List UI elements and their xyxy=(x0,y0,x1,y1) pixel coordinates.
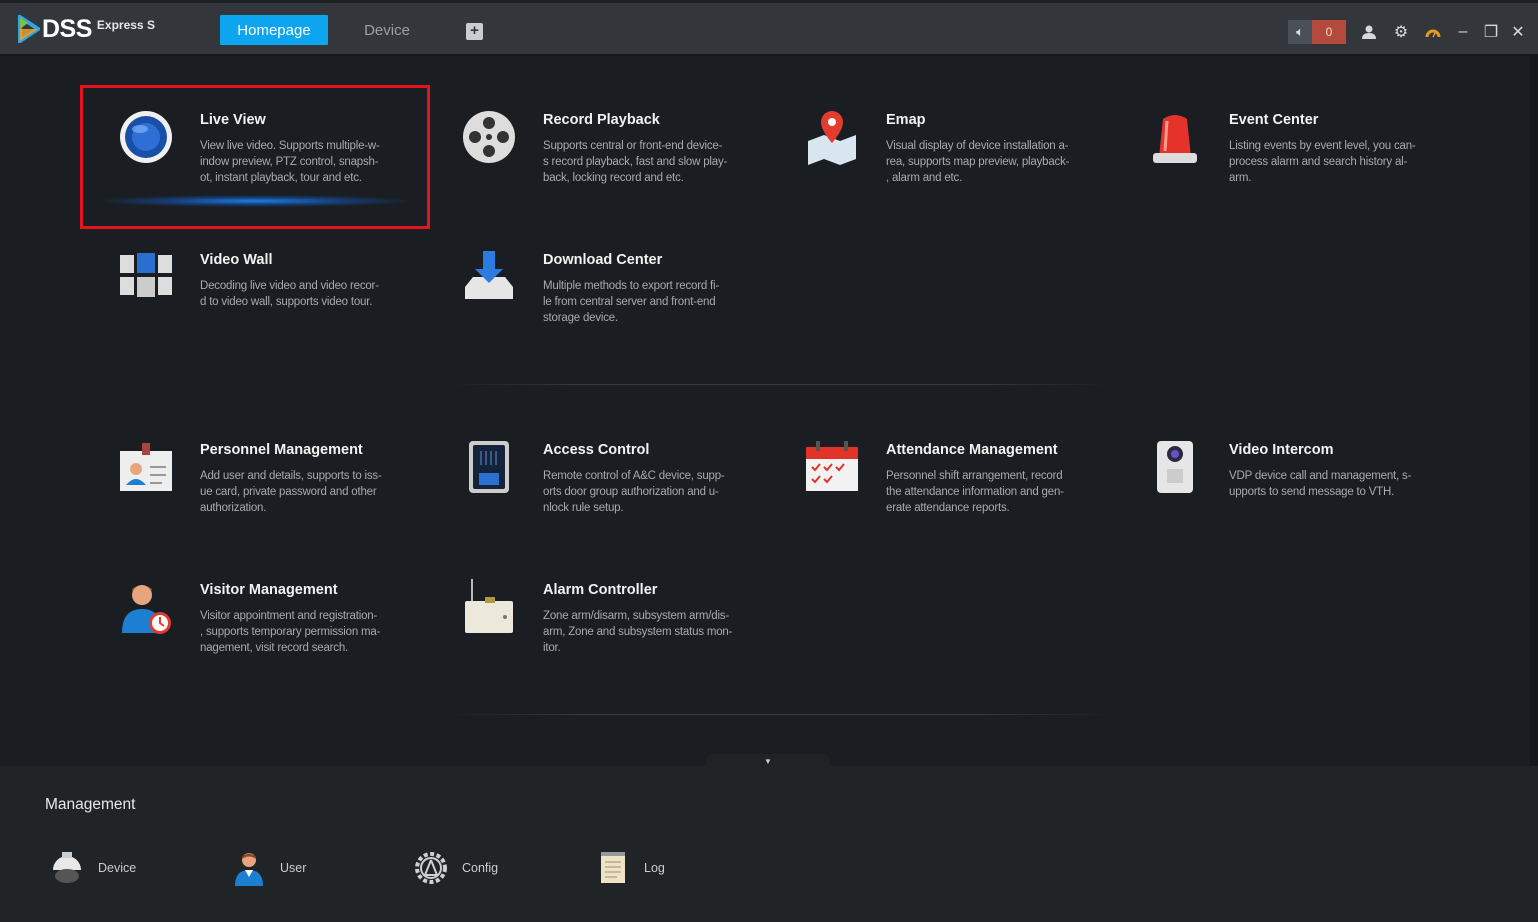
visitor-icon xyxy=(122,585,171,634)
management-panel: Management Device User Config Log xyxy=(0,766,1538,922)
module-card-alarm-controller[interactable]: Alarm Controller Zone arm/disarm, subsys… xyxy=(423,555,766,695)
log-notepad-icon xyxy=(601,852,625,883)
module-description: VDP device call and management, s- uppor… xyxy=(1229,470,1412,498)
tab-device[interactable]: Device xyxy=(346,15,428,45)
dome-camera-icon xyxy=(53,852,81,883)
module-title: Access Control xyxy=(543,442,650,458)
user-icon xyxy=(235,853,263,886)
management-config-label: Config xyxy=(462,861,499,875)
module-title: Visitor Management xyxy=(200,582,338,598)
management-user-label: User xyxy=(280,861,307,875)
download-icon xyxy=(465,251,513,299)
logo-subtitle: Express S xyxy=(96,18,155,32)
module-title: Alarm Controller xyxy=(543,582,658,598)
module-description: Zone arm/disarm, subsystem arm/dis- arm,… xyxy=(543,610,733,654)
alarm-siren-icon xyxy=(1153,115,1197,163)
module-card-record-playback[interactable]: Record Playback Supports central or fron… xyxy=(423,85,766,225)
performance-gauge-icon[interactable] xyxy=(1422,20,1444,44)
module-card-emap[interactable]: Emap Visual display of device installati… xyxy=(766,85,1109,225)
module-description: Visual display of device installation a-… xyxy=(886,140,1070,184)
management-log[interactable]: Log xyxy=(596,850,665,886)
module-card-attendance-management[interactable]: Attendance Management Personnel shift ar… xyxy=(766,415,1109,555)
module-title: Video Intercom xyxy=(1229,442,1334,458)
module-card-live-view[interactable]: Live View View live video. Supports mult… xyxy=(80,85,423,225)
module-title: Personnel Management xyxy=(200,442,363,458)
user-icon[interactable] xyxy=(1358,20,1380,44)
module-description: Decoding live video and video recor- d t… xyxy=(200,280,379,308)
module-title: Attendance Management xyxy=(886,442,1058,458)
management-log-label: Log xyxy=(644,861,665,875)
module-card-access-control[interactable]: Access Control Remote control of A&C dev… xyxy=(423,415,766,555)
module-card-video-wall[interactable]: Video Wall Decoding live video and video… xyxy=(80,225,423,365)
management-device[interactable]: Device xyxy=(50,850,136,886)
module-title: Record Playback xyxy=(543,112,660,128)
module-description: Visitor appointment and registration- , … xyxy=(200,610,381,654)
access-control-icon xyxy=(469,441,509,493)
calendar-icon xyxy=(806,441,858,491)
top-bar: DSS Express S Homepage Device + 🔈︎ 0 ⚙ –… xyxy=(0,0,1538,56)
map-pin-icon xyxy=(808,111,856,165)
alarm-count-badge[interactable]: 0 xyxy=(1312,20,1346,44)
scrollbar[interactable] xyxy=(1530,56,1538,766)
live-view-icon xyxy=(120,111,172,163)
divider xyxy=(450,714,1110,715)
module-card-visitor-management[interactable]: Visitor Management Visitor appointment a… xyxy=(80,555,423,695)
management-user[interactable]: User xyxy=(232,850,306,886)
module-title: Download Center xyxy=(543,252,663,268)
collapse-toggle-button[interactable]: ▼ xyxy=(706,754,830,768)
minimize-icon[interactable]: – xyxy=(1452,20,1474,44)
speaker-icon[interactable]: 🔈︎ xyxy=(1288,20,1312,44)
module-title: Event Center xyxy=(1229,112,1319,128)
add-tab-button[interactable]: + xyxy=(466,23,483,40)
module-card-download-center[interactable]: Download Center Multiple methods to expo… xyxy=(423,225,766,365)
module-description: Personnel shift arrangement, record the … xyxy=(886,470,1064,514)
logo-text: DSS xyxy=(42,15,92,43)
app-logo: DSS Express S xyxy=(18,15,155,44)
module-card-video-intercom[interactable]: Video Intercom VDP device call and manag… xyxy=(1109,415,1452,555)
module-description: Add user and details, supports to iss- u… xyxy=(200,470,382,514)
restore-icon[interactable]: ❐ xyxy=(1480,20,1502,44)
module-card-event-center[interactable]: Event Center Listing events by event lev… xyxy=(1109,85,1452,225)
divider xyxy=(450,384,1110,385)
config-gear-icon xyxy=(415,852,447,884)
film-reel-icon xyxy=(463,111,515,163)
module-title: Video Wall xyxy=(200,252,273,268)
management-device-label: Device xyxy=(98,861,137,875)
module-description: Supports central or front-end device- s … xyxy=(543,140,728,184)
management-title: Management xyxy=(45,796,136,813)
id-card-icon xyxy=(120,443,172,491)
intercom-icon xyxy=(1157,441,1193,493)
module-description: View live video. Supports multiple-w- in… xyxy=(200,140,380,184)
logo-icon xyxy=(18,15,40,43)
management-config[interactable]: Config xyxy=(414,850,498,886)
module-title: Live View xyxy=(200,112,266,128)
alarm-controller-icon xyxy=(465,579,513,633)
video-wall-icon xyxy=(120,253,172,297)
module-card-personnel-management[interactable]: Personnel Management Add user and detail… xyxy=(80,415,423,555)
module-description: Remote control of A&C device, supp- orts… xyxy=(543,470,725,514)
close-icon[interactable]: ✕ xyxy=(1507,20,1529,44)
module-description: Multiple methods to export record fi- le… xyxy=(543,280,720,324)
gear-icon[interactable]: ⚙ xyxy=(1390,20,1412,44)
module-description: Listing events by event level, you can- … xyxy=(1229,140,1416,184)
tab-homepage[interactable]: Homepage xyxy=(220,15,328,45)
module-title: Emap xyxy=(886,112,926,128)
